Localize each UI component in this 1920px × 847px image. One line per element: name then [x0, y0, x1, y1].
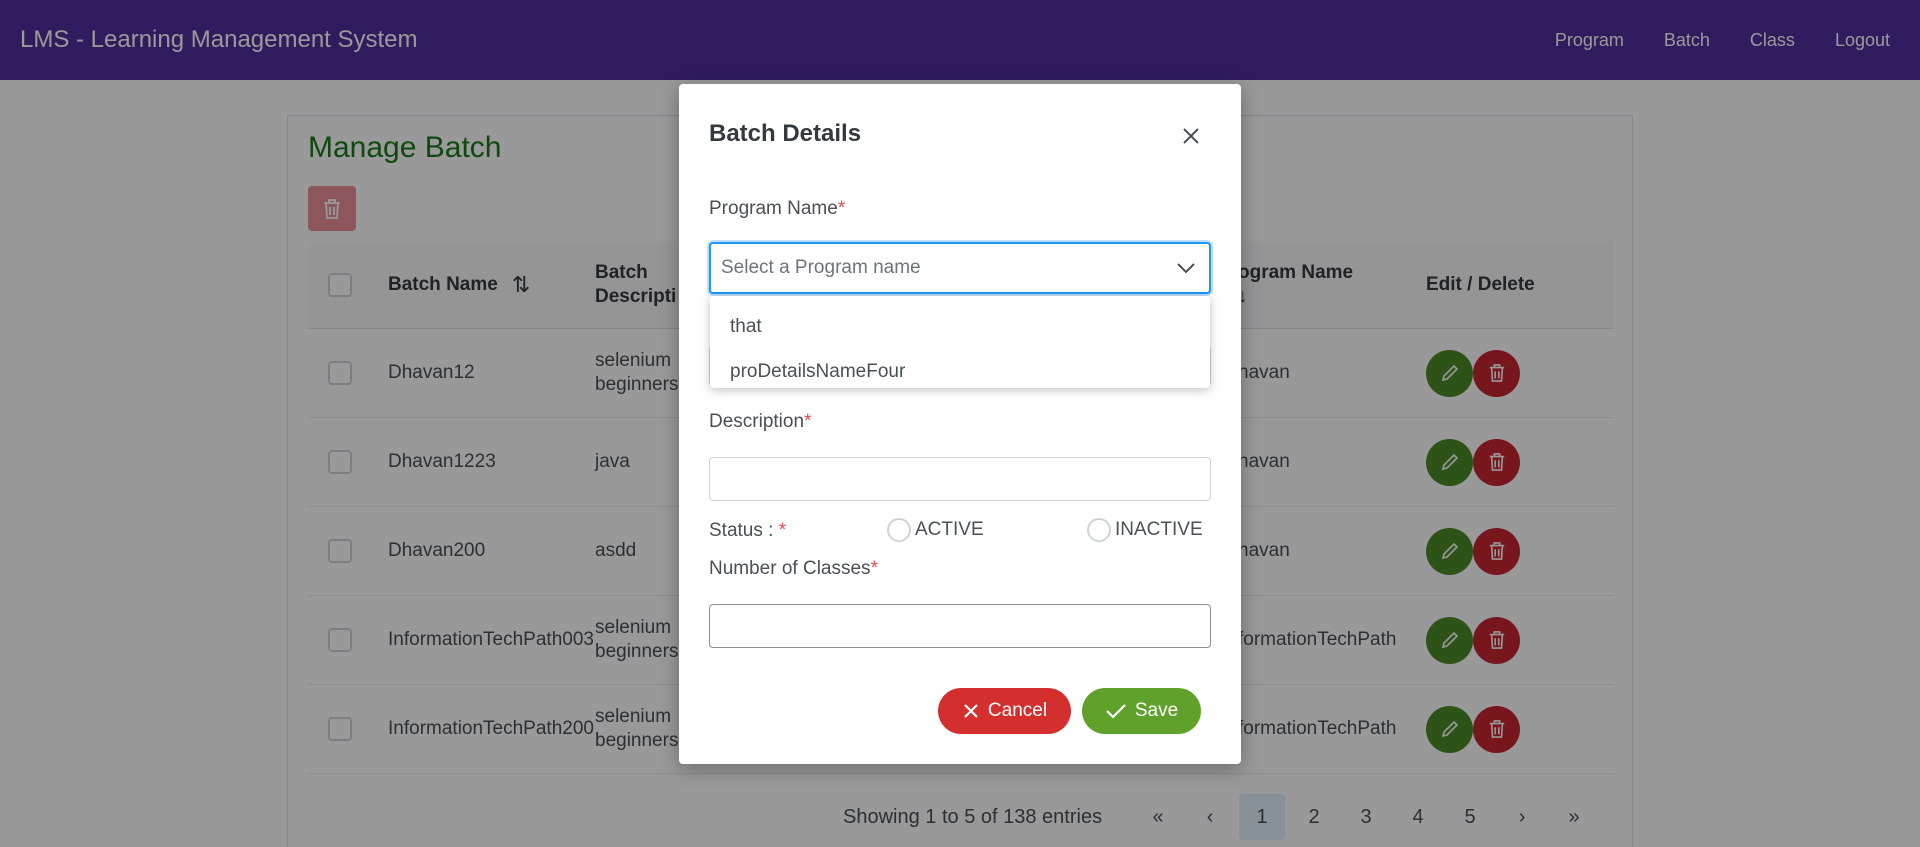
chevron-down-icon [1177, 263, 1195, 274]
cancel-button-label: Cancel [987, 700, 1048, 721]
status-active-radio[interactable] [887, 518, 911, 542]
program-name-label-text: Program Name [709, 198, 838, 219]
save-button[interactable]: Save [1082, 688, 1201, 734]
status-active-option[interactable]: ACTIVE [887, 518, 984, 542]
status-label: Status : * [709, 520, 786, 542]
status-inactive-option[interactable]: INACTIVE [1087, 518, 1203, 542]
check-icon [1106, 704, 1126, 719]
classes-label: Number of Classes* [709, 558, 878, 580]
cancel-button[interactable]: Cancel [938, 688, 1071, 734]
description-label: Description* [709, 411, 811, 433]
program-option[interactable]: proDetailsNameFour [710, 349, 1210, 394]
dialog-title: Batch Details [709, 120, 862, 147]
program-select-placeholder: Select a Program name [721, 257, 921, 278]
description-field[interactable] [709, 457, 1211, 501]
program-name-label: Program Name* [709, 198, 845, 220]
status-inactive-radio[interactable] [1087, 518, 1111, 542]
description-label-text: Description [709, 411, 805, 432]
program-dropdown-list: that proDetailsNameFour [710, 296, 1210, 388]
required-mark: * [778, 520, 787, 541]
status-label-text: Status : [709, 520, 779, 541]
required-mark: * [837, 198, 846, 219]
number-of-classes-field[interactable] [709, 604, 1211, 648]
program-option[interactable]: that [710, 304, 1210, 349]
status-inactive-label: INACTIVE [1115, 519, 1203, 540]
classes-label-text: Number of Classes [709, 558, 871, 579]
status-active-label: ACTIVE [915, 519, 984, 540]
program-name-select[interactable]: Select a Program name [709, 242, 1211, 294]
required-mark: * [804, 411, 812, 432]
close-button[interactable] [1175, 120, 1207, 152]
save-button-label: Save [1134, 700, 1179, 721]
close-icon [1183, 128, 1199, 144]
required-mark: * [870, 558, 878, 579]
batch-details-dialog: Batch Details Program Name* Select a Pro… [679, 84, 1241, 764]
x-icon [964, 704, 978, 718]
